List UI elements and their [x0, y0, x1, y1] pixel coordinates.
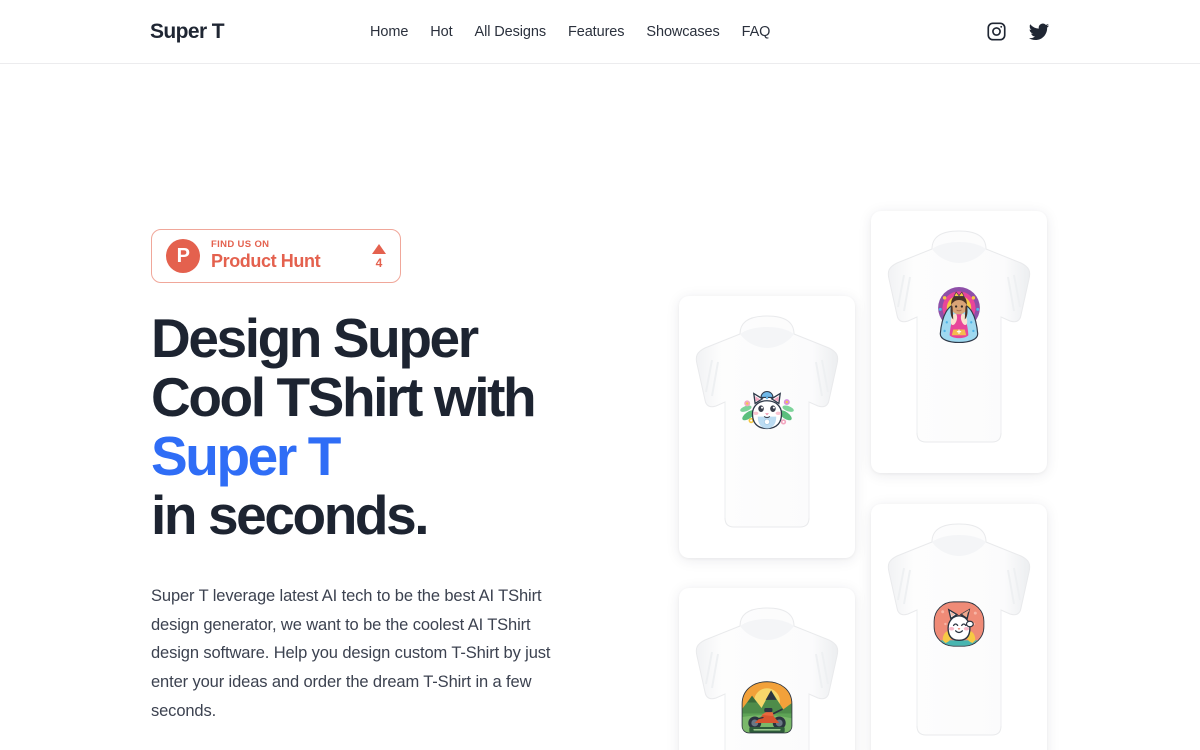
twitter-icon[interactable] — [1028, 21, 1050, 43]
design-motorcycle-badge — [733, 674, 801, 742]
hero-headline: Design Super Cool TShirt with Super T in… — [151, 309, 591, 544]
product-hunt-title: Product Hunt — [211, 251, 321, 272]
shirt-card-motorcycle-mountains[interactable] — [679, 588, 855, 750]
upvote-count: 4 — [375, 255, 383, 270]
nav-item-all-designs[interactable]: All Designs — [475, 24, 568, 40]
instagram-icon[interactable] — [985, 21, 1007, 43]
social-links — [985, 21, 1050, 43]
shirt-gallery — [672, 204, 1064, 750]
nav-item-hot[interactable]: Hot — [430, 24, 474, 40]
product-hunt-eyebrow: FIND US ON — [211, 239, 270, 251]
headline-brand: Super T — [151, 424, 341, 487]
hero-left-column: P FIND US ON Product Hunt 4 Design Super… — [151, 159, 591, 750]
nav-item-showcases[interactable]: Showcases — [646, 24, 741, 40]
design-cat-flowers — [734, 377, 800, 443]
site-header: Super T Home Hot All Designs Features Sh… — [0, 0, 1200, 64]
shirt-card-cat-flowers[interactable] — [679, 296, 855, 558]
headline-line-4: in seconds. — [151, 483, 430, 546]
primary-navigation: Home Hot All Designs Features Showcases … — [370, 24, 770, 40]
site-logo[interactable]: Super T — [150, 21, 225, 42]
product-hunt-upvote[interactable]: 4 — [368, 243, 386, 270]
product-hunt-logo-letter: P — [176, 245, 190, 267]
nav-item-home[interactable]: Home — [370, 24, 430, 40]
design-happy-cat-badge — [925, 590, 993, 658]
nav-item-faq[interactable]: FAQ — [742, 24, 771, 40]
design-guadalupe-doll — [923, 282, 995, 354]
shirt-card-happy-cat-badge[interactable] — [871, 504, 1047, 750]
hero-paragraph: Super T leverage latest AI tech to be th… — [151, 587, 551, 720]
hero-section: P FIND US ON Product Hunt 4 Design Super… — [0, 64, 1200, 750]
shirt-card-guadalupe-doll[interactable] — [871, 211, 1047, 473]
product-hunt-text: FIND US ON Product Hunt — [211, 239, 368, 272]
headline-line-2: Cool TShirt with — [151, 365, 537, 428]
product-hunt-badge[interactable]: P FIND US ON Product Hunt 4 — [151, 229, 401, 283]
upvote-triangle-icon — [372, 243, 386, 254]
product-hunt-logo-icon: P — [166, 239, 200, 273]
headline-line-1: Design Super — [151, 307, 479, 369]
nav-item-features[interactable]: Features — [568, 24, 646, 40]
